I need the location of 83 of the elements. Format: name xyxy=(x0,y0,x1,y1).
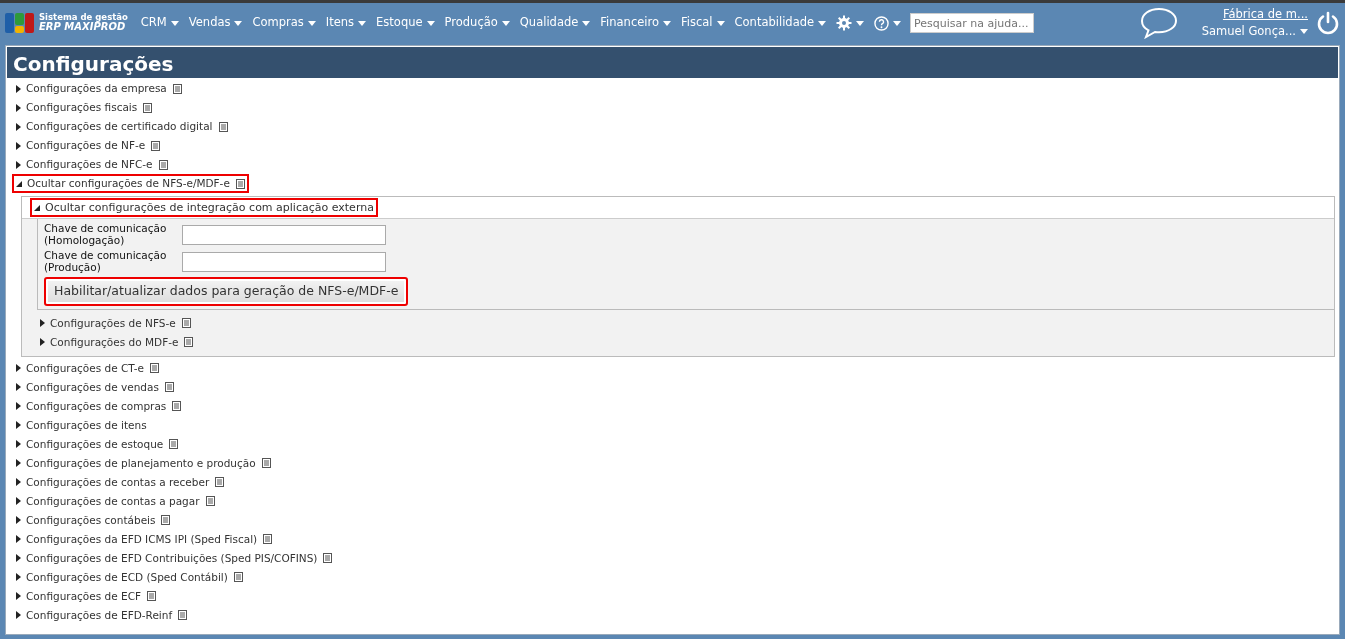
caret-icon xyxy=(856,20,865,26)
caret-icon xyxy=(1300,29,1308,35)
menu-item[interactable]: Qualidade xyxy=(514,14,596,32)
document-icon[interactable] xyxy=(218,121,228,132)
expander-link[interactable]: Configurações de contas a receber xyxy=(12,472,229,492)
expander-link[interactable]: Configurações de vendas xyxy=(12,377,178,397)
company-link[interactable]: Fábrica de m... xyxy=(1222,5,1308,23)
document-icon[interactable] xyxy=(158,159,168,170)
caret-icon xyxy=(358,20,367,26)
power-icon[interactable] xyxy=(1316,11,1340,35)
settings-icon xyxy=(836,15,853,31)
document-icon[interactable] xyxy=(184,337,194,348)
menu-item[interactable]: CRM xyxy=(135,14,184,32)
expander-link[interactable]: Configurações de NFC-e xyxy=(12,155,172,174)
expander-link[interactable]: Configurações do MDF-e xyxy=(36,332,198,352)
document-icon[interactable] xyxy=(172,83,182,94)
document-icon[interactable] xyxy=(181,318,191,329)
caret-icon xyxy=(426,20,435,26)
expander-link[interactable]: Configurações de EFD-Reinf xyxy=(12,605,192,625)
expander-link[interactable]: Configurações de planejamento e produção xyxy=(12,453,275,473)
expander-link[interactable]: Configurações de EFD Contribuições (Sped PIS/COFINS) xyxy=(12,548,337,568)
expander-link[interactable]: Configurações de ECF xyxy=(12,586,161,606)
document-icon[interactable] xyxy=(172,401,182,412)
document-icon[interactable] xyxy=(215,477,225,488)
menu-item[interactable]: Contabilidade xyxy=(729,14,832,32)
document-icon[interactable] xyxy=(151,140,161,151)
menu-item[interactable]: Vendas xyxy=(183,14,248,32)
expander-link[interactable]: Ocultar configurações de NFS-e/MDF-e xyxy=(12,174,249,193)
document-icon[interactable] xyxy=(150,363,160,374)
input-field[interactable] xyxy=(182,224,386,245)
input-field[interactable] xyxy=(182,251,386,272)
caret-icon xyxy=(170,20,179,26)
document-icon[interactable] xyxy=(205,496,215,507)
logo-text: ERP MAXIPROD xyxy=(39,22,126,33)
document-icon[interactable] xyxy=(147,591,157,602)
expander-link[interactable]: Ocultar configurações de integração com aplicação externa xyxy=(30,198,378,217)
expander-link[interactable]: Configurações de itens xyxy=(12,415,151,435)
document-icon[interactable] xyxy=(235,178,245,189)
expander-link[interactable]: Configurações da EFD ICMS IPI (Sped Fiscal) xyxy=(12,529,277,549)
page-title: Configurações xyxy=(7,47,1338,78)
expander-link[interactable]: Configurações de CT-e xyxy=(12,358,164,378)
logo-icon xyxy=(5,11,35,35)
caret-icon xyxy=(307,20,316,26)
document-icon[interactable] xyxy=(143,102,153,113)
caret-icon xyxy=(234,20,243,26)
menu-item[interactable]: Compras xyxy=(247,14,321,32)
document-icon[interactable] xyxy=(233,572,243,583)
menu-item[interactable]: Estoque xyxy=(371,14,440,32)
field-label: Chave de comunicação (Produção) xyxy=(44,250,168,274)
expander-link[interactable]: Configurações de NFS-e xyxy=(36,313,195,333)
expander-link[interactable]: Configurações contábeis xyxy=(12,510,175,530)
menu-item[interactable]: Produção xyxy=(439,14,515,32)
document-icon[interactable] xyxy=(261,458,271,469)
caret-icon xyxy=(501,20,510,26)
caret-icon xyxy=(663,20,671,26)
menu-item[interactable]: Financeiro xyxy=(595,14,676,32)
expander-link[interactable]: Configurações de NF-e xyxy=(12,136,165,155)
chat-icon[interactable] xyxy=(1139,7,1178,39)
expander-link[interactable]: Configurações de estoque xyxy=(12,434,183,454)
document-icon[interactable] xyxy=(164,382,174,393)
document-icon[interactable] xyxy=(178,610,188,621)
document-icon[interactable] xyxy=(263,534,273,545)
caret-icon xyxy=(582,20,591,26)
expander-link[interactable]: Configurações de compras xyxy=(12,396,186,416)
expander-link[interactable]: Configurações de contas a pagar xyxy=(12,491,219,511)
document-icon[interactable] xyxy=(169,439,179,450)
expander-link[interactable]: Configurações fiscais xyxy=(12,98,157,117)
logo-text: Sistema de gestão xyxy=(39,13,128,23)
expander-link[interactable]: Configurações de certificado digital xyxy=(12,117,232,136)
caret-icon xyxy=(818,20,827,26)
expander-link[interactable]: Configurações de ECD (Sped Contábil) xyxy=(12,567,247,587)
document-icon[interactable] xyxy=(323,553,333,564)
document-icon[interactable] xyxy=(161,515,171,526)
user-menu[interactable]: Samuel Gonça... xyxy=(1201,23,1308,41)
menu-item[interactable]: Fiscal xyxy=(676,14,730,32)
expander-link[interactable]: Configurações da empresa xyxy=(12,79,186,98)
enable-button[interactable]: Habilitar/atualizar dados para geração de NFS-e/MDF-e xyxy=(44,277,409,306)
search-field[interactable]: Pesquisar na ajuda... xyxy=(910,13,1035,33)
field-label: Chave de comunicação (Homologação) xyxy=(44,223,168,247)
caret-icon xyxy=(716,20,725,26)
menu-item[interactable]: Itens xyxy=(320,14,372,32)
help-icon xyxy=(874,15,890,31)
caret-icon xyxy=(893,20,902,26)
